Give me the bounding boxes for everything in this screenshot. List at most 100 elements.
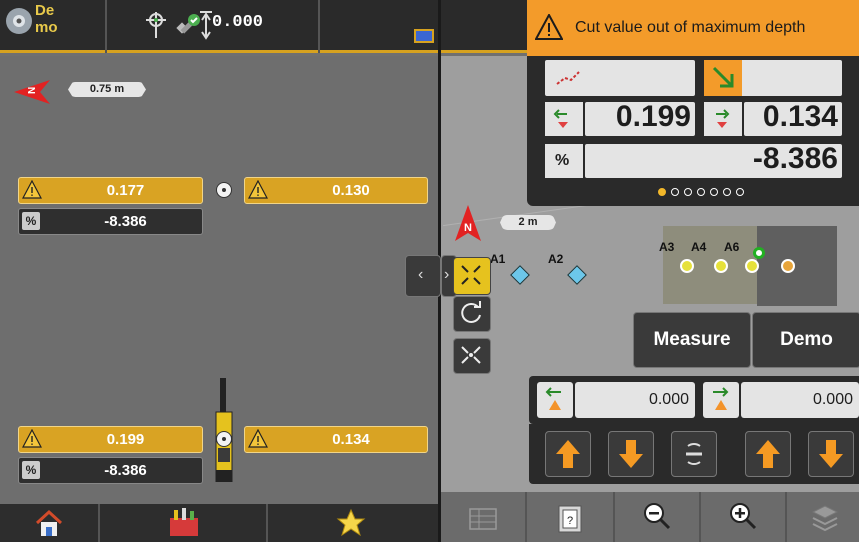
map-north-icon: N bbox=[455, 205, 481, 241]
arrow-down-icon bbox=[619, 440, 643, 468]
collapse-panel-button[interactable]: ‹ bbox=[405, 255, 441, 297]
percent-label: % bbox=[555, 152, 570, 169]
left-top-cut-value: 0.177 bbox=[106, 182, 145, 199]
bottom-slope-box: % -8.386 bbox=[18, 457, 203, 484]
right-offset-field[interactable]: 0.000 bbox=[741, 382, 859, 418]
rotate-view-button[interactable] bbox=[453, 296, 491, 332]
right-offset-icon bbox=[703, 382, 739, 418]
warning-icon bbox=[22, 180, 42, 199]
star-icon bbox=[336, 508, 366, 537]
profile-mode-cell[interactable] bbox=[545, 60, 695, 96]
zoom-out-icon bbox=[644, 503, 671, 530]
right-up-button[interactable] bbox=[745, 431, 791, 477]
right-top-cut-box: 0.130 bbox=[244, 177, 428, 204]
right-height-value: 0.134 bbox=[762, 100, 838, 133]
warning-banner: Cut value out of maximum depth bbox=[527, 0, 859, 56]
page-dot[interactable] bbox=[697, 188, 705, 196]
slope-field: -8.386 bbox=[585, 142, 842, 178]
right-height-field: 0.134 bbox=[744, 100, 842, 136]
page-dot[interactable] bbox=[723, 188, 731, 196]
help-document-icon: ? bbox=[558, 505, 582, 533]
toolbox-button[interactable] bbox=[100, 504, 266, 542]
point-A3-icon[interactable] bbox=[680, 259, 694, 273]
left-bottom-cut-value: 0.199 bbox=[106, 431, 145, 448]
left-down-button[interactable] bbox=[608, 431, 654, 477]
percent-icon: % bbox=[22, 212, 40, 230]
north-arrow-icon: N bbox=[14, 80, 50, 104]
help-button[interactable]: ? bbox=[527, 492, 613, 542]
right-bottom-cut-value: 0.134 bbox=[332, 431, 370, 448]
display-toggle-icon[interactable] bbox=[414, 29, 434, 43]
page-dot[interactable] bbox=[684, 188, 692, 196]
warning-icon bbox=[248, 429, 268, 448]
left-profile-view[interactable]: N 0.75 m 0.177 0.130 % -8.386 0.199 0.13… bbox=[0, 56, 438, 504]
right-bottom-cut-box: 0.134 bbox=[244, 426, 428, 453]
bottom-nav-right: ? bbox=[441, 492, 859, 542]
bucket-pivot-icon bbox=[216, 182, 232, 198]
demo-button[interactable]: Demo bbox=[752, 312, 859, 368]
active-point-icon[interactable] bbox=[753, 247, 765, 259]
readings-panel: 0.199 0.134 % -8.386 bbox=[527, 56, 859, 206]
depth-readout: 0.000 bbox=[212, 13, 264, 32]
zoom-in-button[interactable] bbox=[701, 492, 785, 542]
percent-icon: % bbox=[22, 461, 40, 479]
favorites-button[interactable] bbox=[268, 504, 438, 542]
top-slope-value: -8.386 bbox=[104, 213, 147, 230]
zoom-out-button[interactable] bbox=[615, 492, 699, 542]
left-bottom-cut-box: 0.199 bbox=[18, 426, 203, 453]
mode-label[interactable]: De mo bbox=[35, 2, 95, 44]
warning-icon bbox=[248, 180, 268, 199]
left-top-cut-box: 0.177 bbox=[18, 177, 203, 204]
point-A1-label: A1 bbox=[490, 252, 506, 266]
warning-icon bbox=[22, 429, 42, 448]
home-icon bbox=[35, 509, 63, 536]
arrow-up-icon bbox=[756, 440, 780, 468]
warning-icon bbox=[534, 12, 564, 40]
point-A6-icon[interactable] bbox=[745, 259, 759, 273]
guidance-mode-cell[interactable] bbox=[704, 60, 842, 96]
left-offset-value: 0.000 bbox=[648, 391, 689, 408]
warning-message: Cut value out of maximum depth bbox=[575, 19, 806, 36]
point-A2-label: A2 bbox=[548, 252, 564, 266]
layers-icon bbox=[811, 505, 839, 532]
measure-button[interactable]: Measure bbox=[633, 312, 751, 368]
top-slope-box: % -8.386 bbox=[18, 208, 203, 235]
page-dot-active[interactable] bbox=[658, 188, 666, 196]
swap-button[interactable] bbox=[671, 431, 717, 477]
svg-text:N: N bbox=[27, 87, 38, 94]
fit-view-button[interactable] bbox=[453, 257, 491, 295]
left-height-value: 0.199 bbox=[615, 100, 691, 133]
page-dot[interactable] bbox=[710, 188, 718, 196]
map-scale-bar: 2 m bbox=[500, 215, 556, 230]
page-dot[interactable] bbox=[671, 188, 679, 196]
gnss-antenna-icon[interactable] bbox=[142, 8, 170, 42]
toolbox-icon bbox=[170, 508, 198, 536]
center-view-button[interactable] bbox=[453, 338, 491, 374]
left-height-field: 0.199 bbox=[585, 100, 695, 136]
excavator-cab bbox=[757, 226, 837, 306]
percent-icon: % bbox=[545, 144, 583, 178]
arrow-down-icon bbox=[819, 440, 843, 468]
home-button[interactable] bbox=[0, 504, 98, 542]
page-dot[interactable] bbox=[736, 188, 744, 196]
grid-table-icon bbox=[469, 508, 497, 530]
right-top-cut-value: 0.130 bbox=[332, 182, 370, 199]
settings-gear-icon[interactable] bbox=[4, 6, 34, 36]
left-up-button[interactable] bbox=[545, 431, 591, 477]
grid-button[interactable] bbox=[441, 492, 525, 542]
chevron-left-icon: ‹ bbox=[418, 266, 424, 283]
layers-button[interactable] bbox=[787, 492, 859, 542]
satellite-status-icon[interactable] bbox=[172, 12, 202, 42]
left-offset-icon bbox=[537, 382, 573, 418]
bucket-pivot-icon bbox=[216, 431, 232, 447]
guidance-icon bbox=[704, 60, 742, 96]
right-down-button[interactable] bbox=[808, 431, 854, 477]
rotate-icon bbox=[461, 301, 481, 323]
bucket-position-icon bbox=[781, 259, 795, 273]
right-height-icon bbox=[704, 102, 742, 136]
point-A4-icon[interactable] bbox=[714, 259, 728, 273]
fit-arrows-icon bbox=[461, 265, 481, 285]
left-offset-field[interactable]: 0.000 bbox=[575, 382, 695, 418]
arrow-up-icon bbox=[556, 440, 580, 468]
bottom-nav-left bbox=[0, 504, 438, 542]
